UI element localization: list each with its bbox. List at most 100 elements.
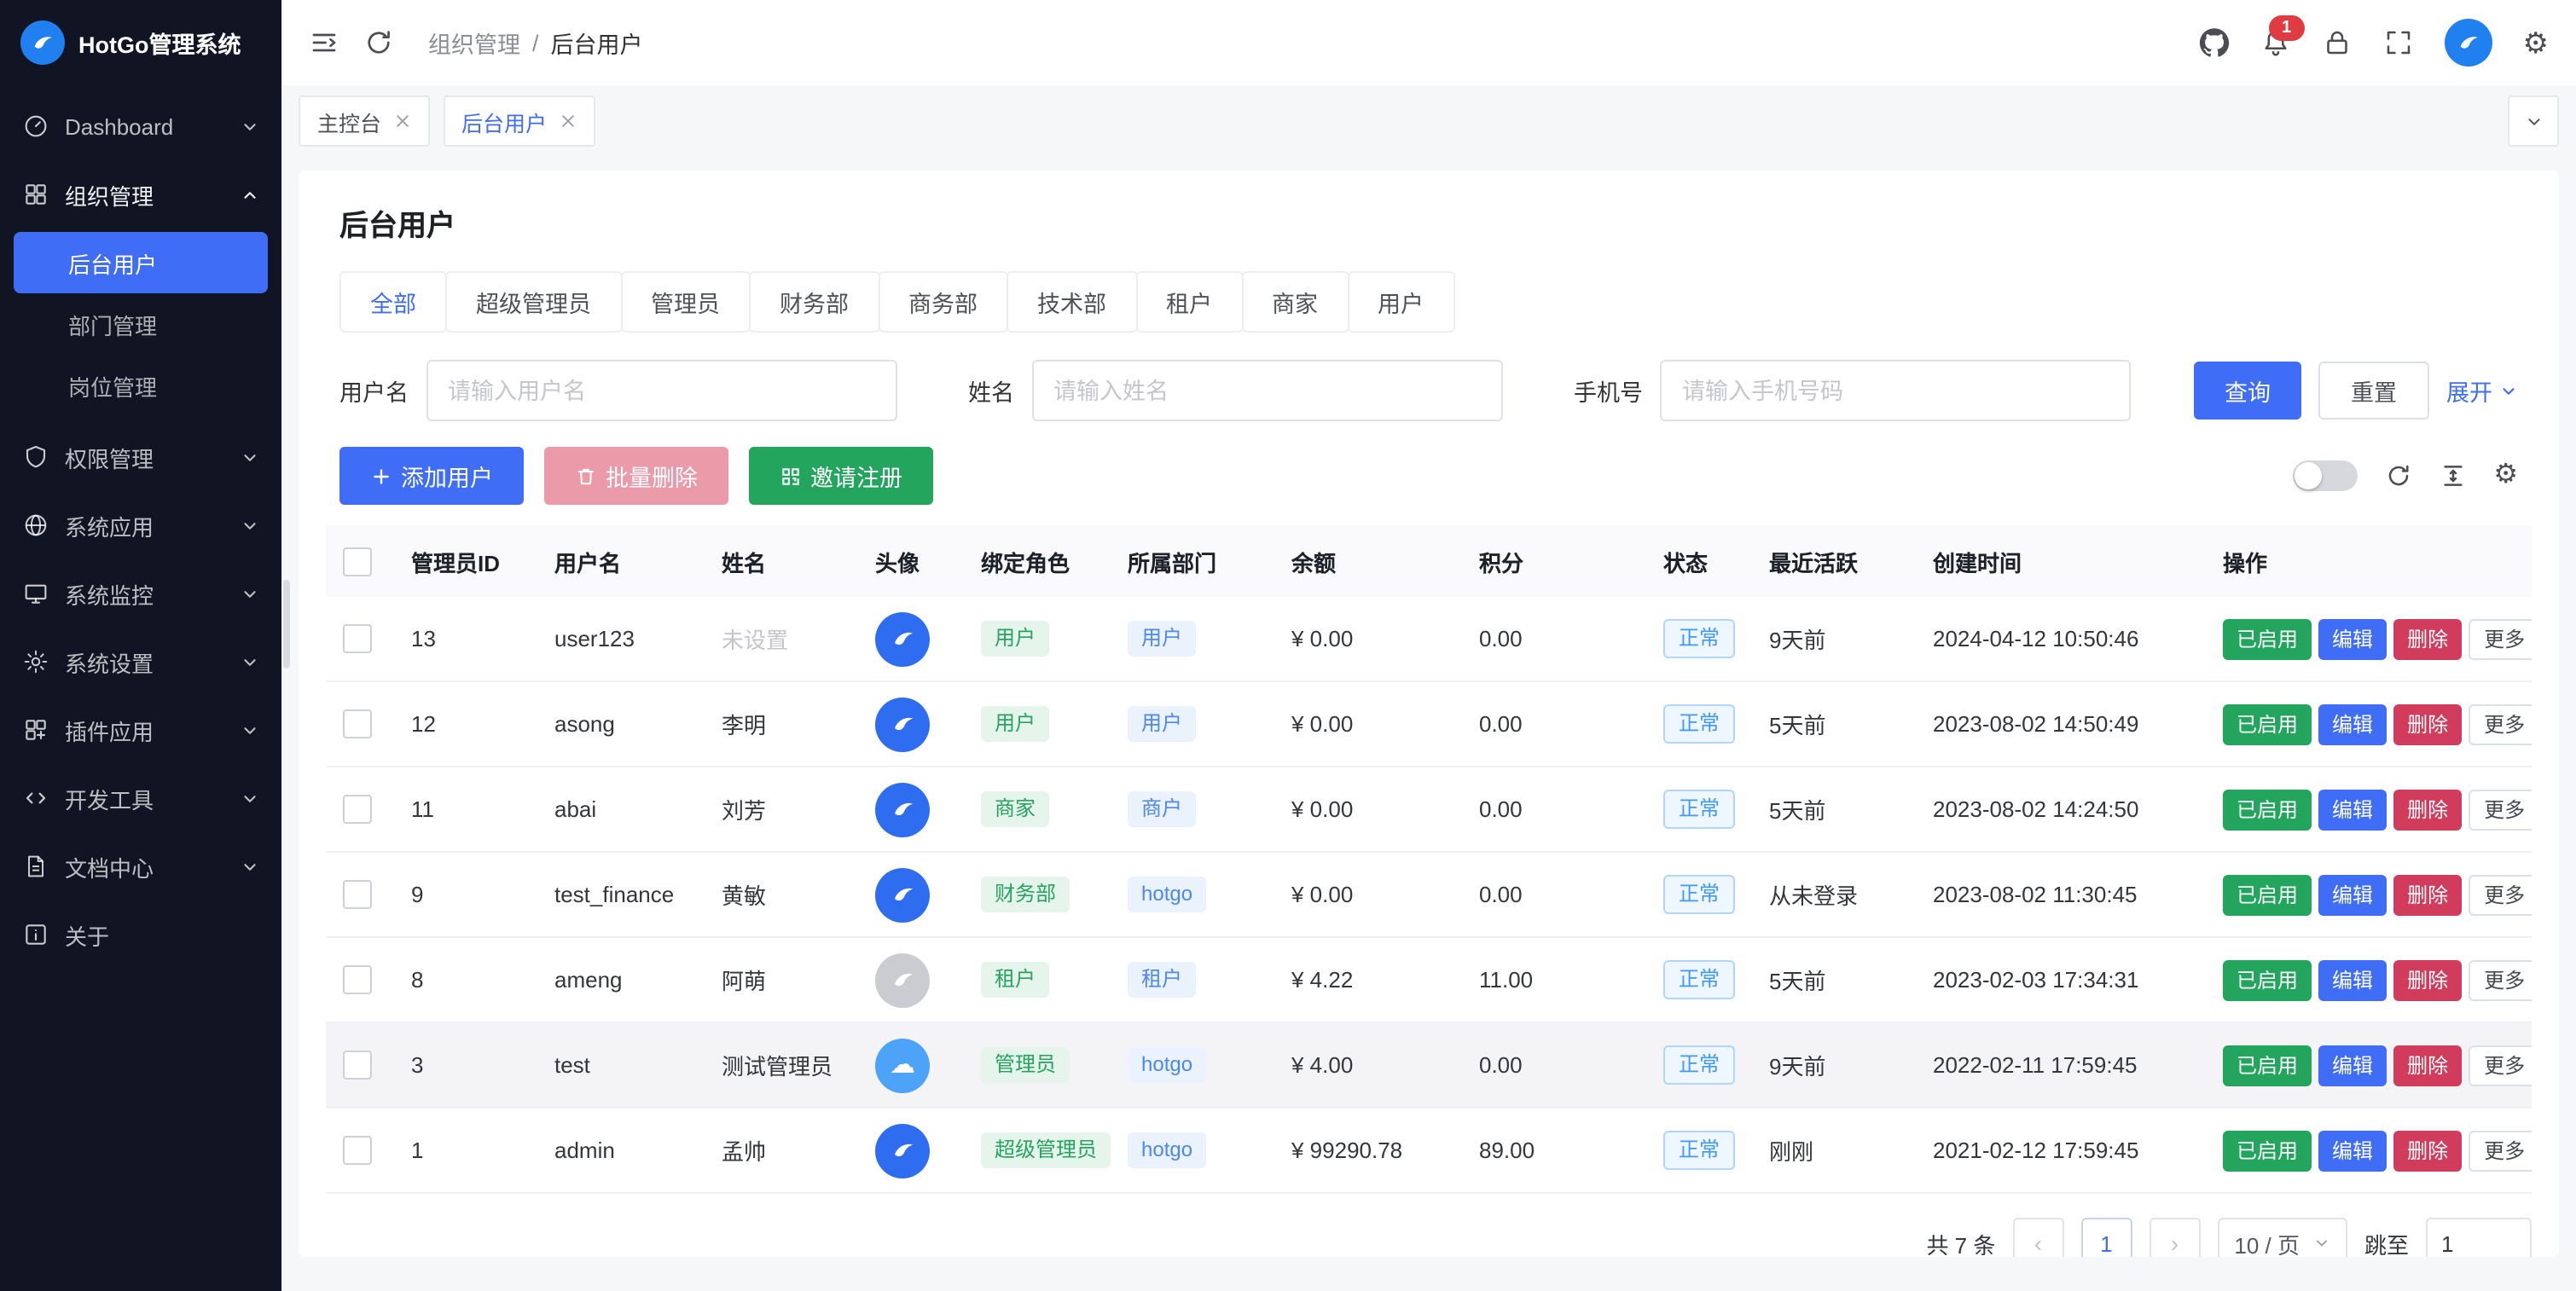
invite-register-button[interactable]: 邀请注册 (749, 447, 933, 505)
page-tab-backend-users[interactable]: 后台用户 (443, 96, 595, 147)
current-page-button[interactable]: 1 (2080, 1218, 2132, 1257)
edit-button[interactable]: 编辑 (2318, 1130, 2387, 1171)
enabled-button[interactable]: 已启用 (2223, 1130, 2312, 1171)
sidebar-item-plugins[interactable]: 插件应用 (0, 696, 281, 764)
column-settings-gear-icon[interactable]: ⚙ (2493, 462, 2518, 489)
sidebar-item-departments[interactable]: 部门管理 (0, 293, 281, 355)
sidebar-item-system-monitor[interactable]: 系统监控 (0, 559, 281, 628)
edit-button[interactable]: 编辑 (2318, 1045, 2387, 1085)
role-filter-tab[interactable]: 管理员 (620, 271, 751, 333)
close-icon[interactable] (393, 113, 410, 130)
page-tab-console[interactable]: 主控台 (299, 96, 429, 147)
delete-button[interactable]: 删除 (2393, 874, 2462, 915)
page-size-select[interactable]: 10 / 页 (2217, 1218, 2347, 1257)
row-checkbox[interactable] (343, 709, 372, 738)
sidebar-logo[interactable]: HotGo管理系统 (0, 0, 281, 85)
next-page-button[interactable]: › (2149, 1218, 2200, 1257)
delete-button[interactable]: 删除 (2393, 703, 2462, 744)
edit-button[interactable]: 编辑 (2318, 618, 2387, 659)
tabs-more-button[interactable] (2508, 96, 2559, 147)
enabled-button[interactable]: 已启用 (2223, 959, 2312, 1000)
more-button[interactable]: 更多 (2469, 959, 2532, 1000)
avatar[interactable]: ☁ (875, 611, 930, 666)
enabled-button[interactable]: 已启用 (2223, 789, 2312, 830)
enabled-button[interactable]: 已启用 (2223, 1045, 2312, 1085)
enabled-button[interactable]: 已启用 (2223, 874, 2312, 915)
delete-button[interactable]: 删除 (2393, 789, 2462, 830)
row-checkbox[interactable] (343, 965, 372, 994)
expand-filters-button[interactable]: 展开 (2446, 373, 2518, 408)
username-input[interactable] (426, 360, 896, 421)
edit-button[interactable]: 编辑 (2318, 874, 2387, 915)
jump-to-input[interactable] (2426, 1218, 2532, 1257)
avatar[interactable]: ☁ (875, 697, 930, 751)
more-button[interactable]: 更多 (2469, 618, 2532, 659)
reload-table-icon[interactable] (2384, 462, 2411, 489)
search-button[interactable]: 查询 (2194, 362, 2301, 420)
role-filter-tab[interactable]: 超级管理员 (445, 271, 622, 333)
delete-button[interactable]: 删除 (2393, 959, 2462, 1000)
settings-gear-icon[interactable]: ⚙ (2523, 28, 2550, 57)
avatar[interactable]: ☁ (875, 867, 930, 922)
role-filter-tab[interactable]: 财务部 (749, 271, 879, 333)
avatar[interactable]: ☁ (875, 952, 930, 1007)
delete-button[interactable]: 删除 (2393, 618, 2462, 659)
more-button[interactable]: 更多 (2469, 789, 2532, 830)
row-checkbox[interactable] (343, 880, 372, 909)
prev-page-button[interactable]: ‹ (2012, 1218, 2063, 1257)
more-button[interactable]: 更多 (2469, 703, 2532, 744)
role-filter-tab[interactable]: 商家 (1241, 271, 1349, 333)
fullscreen-icon[interactable] (2383, 27, 2414, 58)
edit-button[interactable]: 编辑 (2318, 959, 2387, 1000)
density-icon[interactable] (2439, 462, 2466, 489)
edit-button[interactable]: 编辑 (2318, 789, 2387, 830)
breadcrumb-item[interactable]: 组织管理 (428, 26, 520, 60)
role-filter-tab[interactable]: 租户 (1135, 271, 1243, 333)
role-filter-tab[interactable]: 商务部 (878, 271, 1008, 333)
phone-input[interactable] (1660, 360, 2131, 421)
more-button[interactable]: 更多 (2469, 874, 2532, 915)
avatar[interactable]: ☁ (875, 782, 930, 837)
row-checkbox[interactable] (343, 1136, 372, 1165)
enabled-button[interactable]: 已启用 (2223, 703, 2312, 744)
select-all-checkbox[interactable] (343, 547, 372, 576)
github-icon[interactable] (2199, 27, 2230, 58)
refresh-icon[interactable] (363, 27, 394, 58)
sidebar-scrollbar-thumb[interactable] (283, 580, 290, 669)
sidebar-item-backend-users[interactable]: 后台用户 (14, 232, 268, 293)
row-checkbox[interactable] (343, 624, 372, 653)
sidebar-item-system-apps[interactable]: 系统应用 (0, 491, 281, 559)
sidebar-item-dev-tools[interactable]: 开发工具 (0, 764, 281, 832)
user-avatar[interactable] (2445, 19, 2492, 67)
sidebar-item-dashboard[interactable]: Dashboard (0, 92, 281, 160)
avatar[interactable]: ☁ (875, 1038, 930, 1092)
sidebar-item-organization[interactable]: 组织管理 (0, 160, 281, 229)
edit-button[interactable]: 编辑 (2318, 703, 2387, 744)
close-icon[interactable] (559, 113, 576, 130)
lock-icon[interactable] (2322, 27, 2353, 58)
role-filter-tab[interactable]: 用户 (1347, 271, 1454, 333)
batch-delete-button[interactable]: 批量删除 (544, 447, 728, 505)
role-filter-tab[interactable]: 技术部 (1007, 271, 1137, 333)
avatar[interactable]: ☁ (875, 1123, 930, 1178)
role-filter-tab[interactable]: 全部 (339, 271, 447, 333)
reset-button[interactable]: 重置 (2318, 362, 2429, 420)
menu-fold-icon[interactable] (309, 27, 339, 58)
name-input[interactable] (1031, 360, 1502, 421)
delete-button[interactable]: 删除 (2393, 1045, 2462, 1085)
more-button[interactable]: 更多 (2469, 1130, 2532, 1171)
enabled-button[interactable]: 已启用 (2223, 618, 2312, 659)
sidebar-item-system-settings[interactable]: 系统设置 (0, 628, 281, 696)
row-checkbox[interactable] (343, 795, 372, 824)
add-user-button[interactable]: 添加用户 (339, 447, 524, 505)
notifications[interactable]: 1 (2260, 27, 2291, 58)
delete-button[interactable]: 删除 (2393, 1130, 2462, 1171)
row-checkbox[interactable] (343, 1051, 372, 1080)
more-button[interactable]: 更多 (2469, 1045, 2532, 1085)
sidebar-item-docs[interactable]: 文档中心 (0, 832, 281, 900)
sidebar-item-positions[interactable]: 岗位管理 (0, 355, 281, 416)
cell-actions: 已启用 编辑 删除 更多 (2206, 1108, 2532, 1193)
sidebar-item-about[interactable]: 关于 (0, 900, 281, 969)
striped-toggle[interactable] (2292, 460, 2357, 491)
sidebar-item-permissions[interactable]: 权限管理 (0, 423, 281, 491)
